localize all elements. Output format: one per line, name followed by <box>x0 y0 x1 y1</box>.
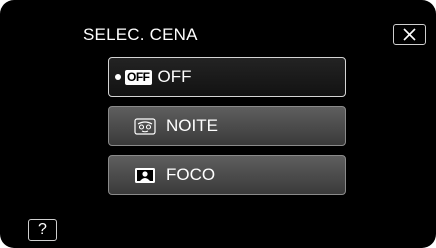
scene-select-screen: SELEC. CENA OFF OFF NOITE FOCO ? <box>0 0 436 248</box>
close-icon <box>403 28 416 41</box>
spotlight-portrait-icon <box>135 167 155 183</box>
off-badge-icon: OFF <box>125 69 152 85</box>
scene-option-label: OFF <box>157 67 192 86</box>
scene-option-noite[interactable]: NOITE <box>108 106 346 146</box>
night-face-icon <box>134 117 156 135</box>
page-title: SELEC. CENA <box>83 25 198 44</box>
scene-option-foco[interactable]: FOCO <box>108 155 346 195</box>
scene-option-off[interactable]: OFF OFF <box>108 57 346 97</box>
scene-option-label: NOITE <box>166 116 218 135</box>
close-button[interactable] <box>393 24 426 45</box>
help-button[interactable]: ? <box>28 219 57 241</box>
scene-option-label: FOCO <box>166 165 216 184</box>
